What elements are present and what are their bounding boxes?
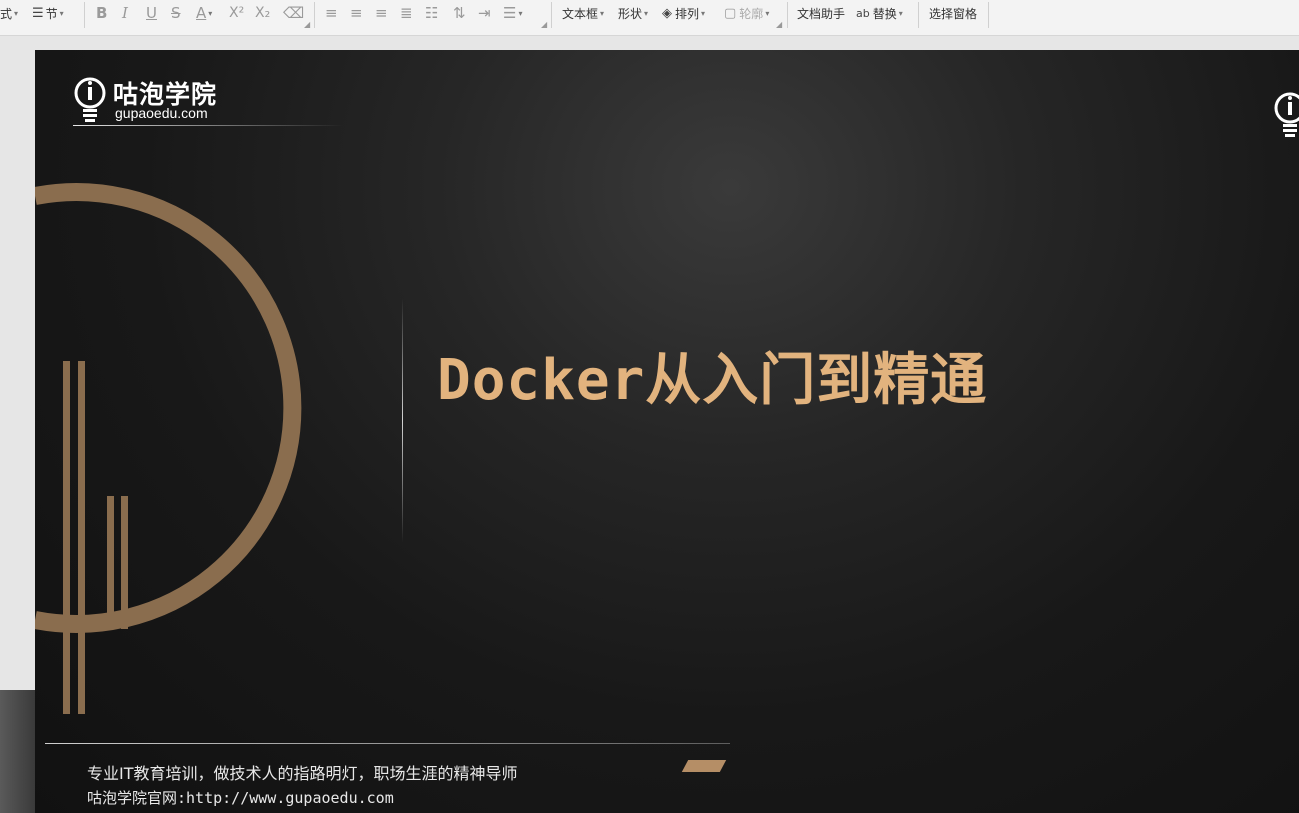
decorative-bar (78, 361, 85, 714)
arrange-dropdown[interactable]: ◈ 排列 ▾ (662, 0, 705, 26)
decorative-arc (35, 183, 302, 633)
chevron-down-icon: ▾ (600, 8, 605, 18)
italic-button[interactable]: I (122, 0, 128, 26)
shape-label: 形状 (618, 6, 643, 21)
list-button[interactable]: ☰ ▾ (503, 0, 522, 26)
indent-button[interactable]: ⇥ (478, 0, 491, 26)
outline-dropdown[interactable]: ▢ 轮廓 ▾ (724, 0, 769, 26)
align-left-button[interactable]: ≡ (325, 0, 338, 26)
decorative-bar (107, 496, 114, 629)
align-left-icon: ≡ (325, 4, 338, 22)
strikethrough-button[interactable]: S (171, 0, 181, 26)
slide-title[interactable]: Docker从入门到精通 (437, 335, 987, 416)
bold-button[interactable]: B (96, 0, 107, 26)
align-right-button[interactable]: ≡ (375, 0, 388, 26)
font-color-button[interactable]: A ▾ (196, 0, 212, 26)
lightbulb-icon (74, 77, 106, 122)
footer-slogan[interactable]: 专业IT教育培训，做技术人的指路明灯，职场生涯的精神导师 (87, 760, 518, 784)
strikethrough-icon: S (171, 4, 181, 22)
align-center-button[interactable]: ≡ (350, 0, 363, 26)
textbox-label: 文本框 (562, 6, 599, 21)
outline-icon: ▢ (724, 5, 737, 21)
superscript-button[interactable]: X² (229, 0, 244, 26)
clear-format-button[interactable]: ⌫ (283, 0, 304, 26)
section-label: 节 (45, 6, 58, 21)
line-spacing-button[interactable]: ⇅ (453, 0, 466, 26)
style-dropdown[interactable]: 式 ▾ (0, 0, 18, 26)
expand-icon[interactable]: ◢ (304, 20, 310, 29)
divider-line (402, 298, 403, 543)
distribute-button[interactable]: ☷ (425, 0, 438, 26)
expand-icon[interactable]: ◢ (541, 20, 547, 29)
selection-pane-button[interactable]: 选择窗格 (929, 0, 977, 26)
chevron-down-icon: ▾ (644, 8, 649, 18)
layers-icon: ◈ (662, 5, 672, 21)
doc-assistant-label: 文档助手 (797, 6, 846, 21)
canvas-shadow (0, 690, 35, 813)
chevron-down-icon: ▾ (59, 8, 64, 18)
footer-divider (45, 743, 730, 744)
section-dropdown[interactable]: ☰ 节 ▾ (32, 0, 64, 26)
list-icon: ☰ (503, 4, 517, 22)
arrange-label: 排列 (675, 6, 700, 21)
distribute-icon: ☷ (425, 4, 439, 22)
align-right-icon: ≡ (375, 4, 388, 22)
selection-pane-label: 选择窗格 (929, 6, 978, 21)
divider (918, 2, 919, 28)
expand-icon[interactable]: ◢ (776, 20, 782, 29)
doc-assistant-button[interactable]: 文档助手 (797, 0, 845, 26)
replace-label: 替换 (872, 6, 897, 21)
justify-icon: ≣ (400, 4, 413, 22)
justify-button[interactable]: ≣ (400, 0, 413, 26)
footer-website[interactable]: 咕泡学院官网:http://www.gupaoedu.com (87, 787, 394, 808)
chevron-down-icon: ▾ (898, 8, 903, 18)
chevron-down-icon: ▾ (701, 8, 706, 18)
chevron-down-icon: ▾ (765, 8, 770, 18)
lightbulb-icon (1273, 90, 1299, 144)
chevron-down-icon: ▾ (14, 8, 19, 18)
divider (787, 2, 788, 28)
divider (84, 2, 85, 28)
shape-dropdown[interactable]: 形状 ▾ (618, 0, 648, 26)
indent-icon: ⇥ (478, 4, 491, 22)
underline-button[interactable]: U (146, 0, 157, 26)
subscript-button[interactable]: X₂ (255, 0, 270, 26)
logo-underline (73, 125, 343, 126)
decorative-parallelogram (681, 760, 727, 772)
decorative-bar (63, 361, 70, 714)
chevron-down-icon: ▾ (208, 8, 213, 18)
italic-icon: I (122, 4, 128, 22)
decorative-bar (121, 496, 128, 629)
align-center-icon: ≡ (350, 4, 363, 22)
line-spacing-icon: ⇅ (453, 4, 466, 22)
eraser-icon: ⌫ (283, 4, 305, 22)
style-label: 式 (0, 6, 13, 21)
brand-domain: gupaoedu.com (115, 105, 208, 121)
superscript-icon: X² (229, 5, 245, 21)
underline-icon: U (146, 4, 157, 22)
bold-icon: B (96, 4, 108, 22)
outline-label: 轮廓 (739, 6, 764, 21)
subscript-icon: X₂ (255, 5, 271, 21)
divider (988, 2, 989, 28)
slide[interactable]: 咕泡学院 gupaoedu.com Docker从入门到精通 专业IT教育培训，… (35, 50, 1299, 813)
section-icon: ☰ (32, 5, 44, 21)
replace-dropdown[interactable]: ab 替换 ▾ (856, 0, 903, 26)
decorative-logo-graphic (35, 183, 302, 714)
divider (314, 2, 315, 28)
chevron-down-icon: ▾ (518, 8, 523, 18)
font-color-icon: A (196, 4, 207, 22)
ribbon-toolbar: 式 ▾ ☰ 节 ▾ B I U S A ▾ X² X₂ ⌫ ◢ ≡ ≡ ≡ ≣ ☷ ⇅… (0, 0, 1299, 36)
replace-icon: ab (856, 6, 870, 20)
textbox-dropdown[interactable]: 文本框 ▾ (562, 0, 604, 26)
divider (551, 2, 552, 28)
